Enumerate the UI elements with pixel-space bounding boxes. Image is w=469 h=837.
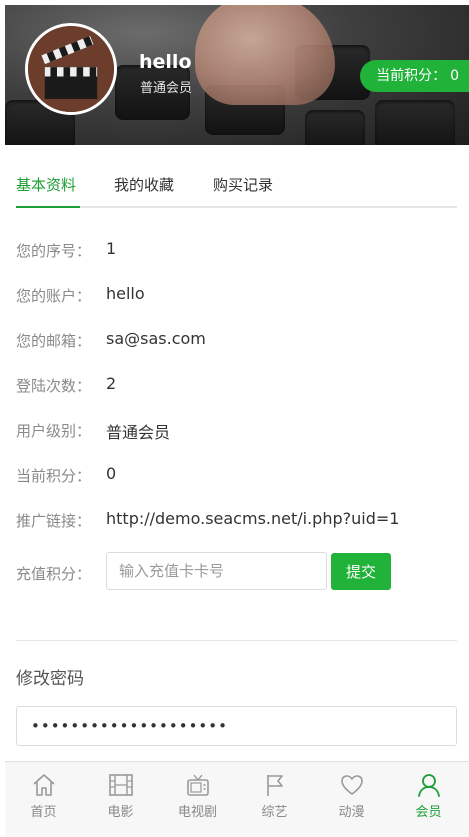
info-row-points: 当前积分： 0 (16, 463, 457, 487)
info-row-login-count: 登陆次数： 2 (16, 373, 457, 397)
heart-icon (340, 775, 363, 795)
home-icon (32, 774, 55, 796)
change-password-title: 修改密码 (16, 669, 84, 689)
tab-purchase-history[interactable]: 购买记录 (213, 174, 273, 195)
info-row-id: 您的序号： 1 (16, 238, 457, 262)
nav-item-variety[interactable]: 综艺 (236, 768, 313, 828)
nav-item-movies[interactable]: 电影 (82, 768, 159, 828)
tab-favorites[interactable]: 我的收藏 (114, 174, 174, 195)
tv-icon (186, 774, 209, 796)
clapperboard-icon (28, 26, 114, 112)
active-tab-indicator (16, 206, 80, 208)
section-divider (16, 640, 457, 641)
member-level: 普通会员 (140, 81, 193, 96)
referral-link[interactable]: http://demo.seacms.net/i.php?uid=1 (106, 509, 399, 528)
info-label: 当前积分： (16, 467, 92, 485)
nav-label: 动漫 (338, 805, 365, 820)
info-row-referral-link: 推广链接： http://demo.seacms.net/i.php?uid=1 (16, 508, 457, 532)
info-value: 0 (106, 464, 117, 483)
banner-hand-image (195, 5, 335, 105)
info-row-email: 您的邮箱： sa@sas.com (16, 328, 457, 352)
points-badge-label: 当前积分： (376, 68, 447, 84)
profile-banner: hello 普通会员 当前积分： 0 (5, 5, 469, 145)
avatar[interactable] (25, 23, 117, 115)
info-value: 1 (106, 239, 117, 258)
nav-label: 综艺 (261, 805, 288, 820)
nav-label: 会员 (415, 805, 442, 820)
recharge-label: 充值积分： (16, 565, 92, 583)
info-value: sa@sas.com (106, 329, 206, 348)
nav-item-tv[interactable]: 电视剧 (159, 768, 236, 828)
info-label: 用户级别： (16, 422, 92, 440)
submit-button[interactable]: 提交 (331, 553, 391, 590)
nav-item-home[interactable]: 首页 (5, 768, 82, 828)
info-row-account: 您的账户： hello (16, 283, 457, 307)
profile-tabs: 基本资料 我的收藏 购买记录 (16, 168, 457, 208)
recharge-card-input[interactable] (106, 552, 327, 590)
info-label: 您的邮箱： (16, 332, 92, 350)
nav-label: 首页 (30, 805, 57, 820)
banner-keyboard-key (305, 110, 365, 145)
nav-item-member[interactable]: 会员 (390, 768, 467, 828)
info-row-user-level: 用户级别： 普通会员 (16, 418, 457, 442)
info-label: 推广链接： (16, 512, 92, 530)
member-page: hello 普通会员 当前积分： 0 基本资料 我的收藏 购买记录 您的序号： 1… (0, 0, 469, 837)
banner-keyboard-key (375, 100, 455, 145)
flag-icon (266, 775, 283, 796)
nav-label: 电视剧 (177, 805, 217, 820)
info-value: hello (106, 284, 145, 303)
points-badge-value: 0 (450, 68, 459, 84)
nav-item-anime[interactable]: 动漫 (313, 768, 390, 828)
info-label: 您的序号： (16, 242, 92, 260)
user-icon (417, 774, 440, 797)
film-icon (108, 774, 133, 796)
info-value: 2 (106, 374, 117, 393)
nav-label: 电影 (107, 805, 134, 820)
tab-basic-info[interactable]: 基本资料 (16, 174, 76, 195)
info-label: 登陆次数： (16, 377, 92, 395)
info-label: 您的账户： (16, 287, 92, 305)
points-badge: 当前积分： 0 (360, 60, 469, 92)
bottom-nav: 首页 电影 电视剧 综艺 动漫 会员 (5, 761, 469, 837)
info-value: 普通会员 (106, 423, 171, 442)
password-field[interactable] (16, 706, 457, 746)
username: hello (139, 51, 192, 73)
